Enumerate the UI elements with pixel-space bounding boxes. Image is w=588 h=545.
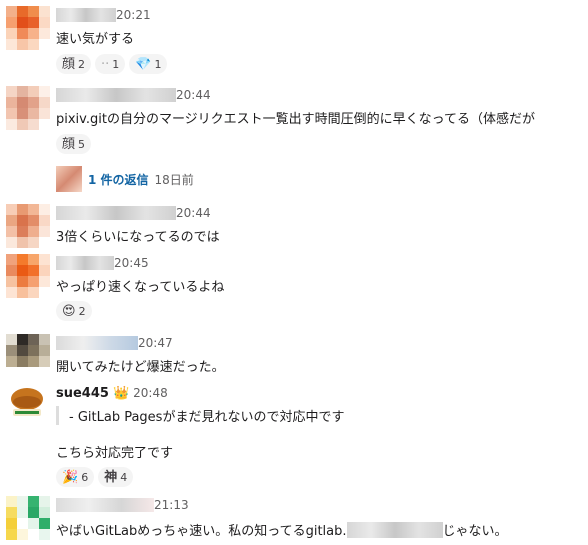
message-header: 20:44: [56, 86, 211, 104]
reaction-count: 5: [78, 137, 86, 151]
message-text: やっぱり速くなっているよね: [56, 280, 225, 295]
avatar[interactable]: [6, 6, 50, 50]
redacted-text: [346, 521, 443, 538]
reaction-pill[interactable]: 💎 1: [129, 54, 168, 74]
redacted-username[interactable]: [56, 498, 154, 512]
reaction-count: 1: [112, 57, 120, 71]
reaction-pill[interactable]: 顔5: [56, 134, 92, 154]
message: 20:21 速い気がする 顔2 ·· 1 💎 1: [0, 6, 588, 76]
avatar[interactable]: [6, 384, 48, 420]
message-text: 速い気がする: [56, 32, 135, 47]
message: 20:44 3倍くらいになってるのでは: [0, 204, 588, 250]
redacted-username[interactable]: [56, 8, 116, 22]
timestamp[interactable]: 20:21: [116, 8, 151, 22]
message-text: 3倍くらいになってるのでは: [56, 230, 220, 245]
dots-emoji-icon: ··: [101, 56, 110, 72]
reaction-count: 1: [154, 57, 162, 71]
reaction-pill[interactable]: 😍 2: [56, 301, 92, 321]
reaction-pill[interactable]: 🎉 6: [56, 467, 95, 487]
message-text-part: じゃない。: [442, 524, 508, 539]
thread-summary[interactable]: 1 件の返信 18日前: [56, 166, 194, 192]
username[interactable]: sue445: [56, 386, 109, 401]
timestamp[interactable]: 20:44: [176, 88, 211, 102]
message-header: 21:13: [56, 496, 189, 514]
status-badge-icon: 👑: [112, 385, 130, 401]
message: 20:44 pixiv.gitの自分のマージリクエスト一覧出す時間圧倒的に早くな…: [0, 86, 588, 198]
avatar[interactable]: [6, 204, 50, 248]
thread-last-reply: 18日前: [154, 172, 194, 187]
message: 21:13 やばいGitLabめっちゃ速い。私の知ってるgitlab. じゃない…: [0, 496, 588, 544]
avatar[interactable]: [6, 254, 50, 298]
face-emoji-icon: 顔: [62, 136, 76, 152]
reaction-pill[interactable]: 神4: [98, 467, 134, 487]
message-text: やばいGitLabめっちゃ速い。私の知ってるgitlab. じゃない。: [56, 520, 508, 539]
reaction-count: 2: [78, 57, 86, 71]
thread-replies-link[interactable]: 1 件の返信: [88, 171, 149, 188]
avatar[interactable]: [6, 334, 50, 378]
redacted-username[interactable]: [56, 88, 176, 102]
reactions: 🎉 6 神4: [56, 467, 134, 487]
timestamp[interactable]: 21:13: [154, 498, 189, 512]
party-popper-emoji-icon: 🎉: [62, 469, 79, 485]
message-header: 20:21: [56, 6, 151, 24]
reaction-count: 2: [78, 304, 86, 318]
reaction-count: 4: [120, 470, 128, 484]
timestamp[interactable]: 20:47: [138, 336, 173, 350]
timestamp[interactable]: 20:48: [133, 386, 168, 400]
message: 20:45 やっぱり速くなっているよね 😍 2: [0, 254, 588, 324]
message-header: 20:47: [56, 334, 173, 352]
heart-eyes-emoji-icon: 😍: [62, 303, 76, 319]
reactions: 😍 2: [56, 301, 92, 321]
message-text: pixiv.gitの自分のマージリクエスト一覧出す時間圧倒的に早くなってる（体感…: [56, 112, 536, 127]
avatar[interactable]: [6, 496, 50, 540]
chestnut-avatar-icon: [6, 384, 48, 420]
thread-avatar: [56, 166, 82, 192]
reaction-count: 6: [81, 470, 89, 484]
reactions: 顔2 ·· 1 💎 1: [56, 54, 168, 74]
reaction-pill[interactable]: 顔2: [56, 54, 92, 74]
timestamp[interactable]: 20:45: [114, 256, 149, 270]
timestamp[interactable]: 20:44: [176, 206, 211, 220]
message-header: 20:45: [56, 254, 149, 272]
redacted-username[interactable]: [56, 336, 138, 350]
message-text-part: やばいGitLabめっちゃ速い。私の知ってるgitlab.: [56, 524, 347, 539]
message-text: 開いてみたけど爆速だった。: [56, 360, 225, 375]
message-header: sue445 👑 20:48: [56, 384, 168, 402]
blockquote: - GitLab Pagesがまだ見れないので対応中です: [56, 406, 344, 425]
avatar[interactable]: [6, 86, 50, 130]
message-header: 20:44: [56, 204, 211, 222]
reaction-pill[interactable]: ·· 1: [95, 54, 126, 74]
face-emoji-icon: 顔: [62, 56, 76, 72]
reactions: 顔5: [56, 134, 92, 154]
redacted-username[interactable]: [56, 256, 114, 270]
message: sue445 👑 20:48 - GitLab Pagesがまだ見れないので対応…: [0, 384, 588, 490]
message-text: こちら対応完了です: [56, 446, 174, 461]
message: 20:47 開いてみたけど爆速だった。: [0, 334, 588, 380]
gem-emoji-icon: 💎: [135, 56, 152, 72]
kami-emoji-icon: 神: [104, 469, 118, 485]
redacted-username[interactable]: [56, 206, 176, 220]
